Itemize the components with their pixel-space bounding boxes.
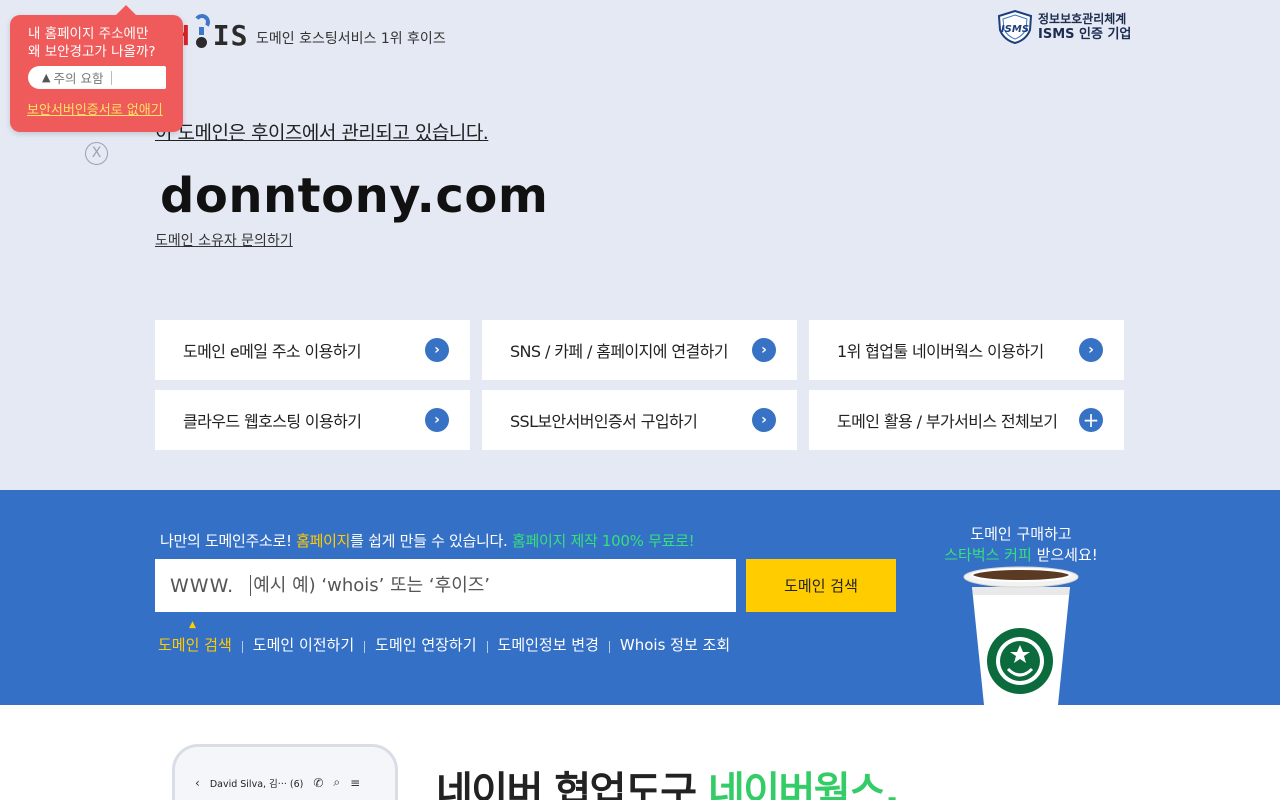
domain-notice: 이 도메인은 후이즈에서 관리되고 있습니다. bbox=[155, 122, 489, 144]
isms-line-2: ISMS 인증 기업 bbox=[1038, 27, 1132, 42]
service-card-label: 클라우드 웹호스팅 이용하기 bbox=[183, 412, 362, 431]
security-warning-popup: 내 홈페이지 주소에만 왜 보안경고가 나올까? ▲ 주의 요함 보안서버인증서… bbox=[10, 5, 183, 132]
chevron-right-icon: › bbox=[752, 338, 776, 362]
service-card-naverworks[interactable]: 1위 협업툴 네이버웍스 이용하기 › bbox=[809, 320, 1124, 380]
phone-mockup: ‹ David Silva, 김··· (6) ✆ ⌕ ≡ bbox=[172, 744, 398, 800]
service-card-label: 1위 협업툴 네이버웍스 이용하기 bbox=[837, 342, 1044, 361]
service-card-label: 도메인 e메일 주소 이용하기 bbox=[183, 342, 362, 361]
service-card-sns[interactable]: SNS / 카페 / 홈페이지에 연결하기 › bbox=[482, 320, 797, 380]
service-card-label: 도메인 활용 / 부가서비스 전체보기 bbox=[837, 412, 1058, 431]
service-cards: 도메인 e메일 주소 이용하기 › SNS / 카페 / 홈페이지에 연결하기 … bbox=[155, 320, 1124, 450]
tab-domain-renew[interactable]: 도메인 연장하기 bbox=[375, 634, 476, 655]
tab-whois-lookup[interactable]: Whois 정보 조회 bbox=[620, 634, 730, 655]
coffee-promo[interactable]: 도메인 구매하고 스타벅스 커피 받으세요! bbox=[940, 524, 1102, 566]
phone-icon: ✆ bbox=[313, 775, 324, 790]
domain-search-button[interactable]: 도메인 검색 bbox=[746, 559, 896, 612]
plus-icon: + bbox=[1079, 408, 1103, 432]
chevron-right-icon: › bbox=[425, 408, 449, 432]
warning-triangle-icon: ▲ bbox=[42, 71, 51, 84]
logo-question-mark-icon bbox=[192, 12, 212, 50]
service-card-hosting[interactable]: 클라우드 웹호스팅 이용하기 › bbox=[155, 390, 470, 450]
contact-owner-link[interactable]: 도메인 소유자 문의하기 bbox=[155, 230, 293, 250]
phone-chat-header: ‹ David Silva, 김··· (6) ✆ ⌕ ≡ bbox=[195, 775, 360, 790]
search-tabs: 도메인 검색 도메인 이전하기 도메인 연장하기 도메인정보 변경 Whois … bbox=[158, 620, 730, 655]
domain-search-section: 나만의 도메인주소로! 홈페이지를 쉽게 만들 수 있습니다. 홈페이지 제작 … bbox=[0, 490, 1280, 705]
naverworks-banner[interactable]: ‹ David Silva, 김··· (6) ✆ ⌕ ≡ 네이버 협업도구 네… bbox=[0, 705, 1280, 800]
header: WHIS 도메인 호스팅서비스 1위 후이즈 ISMS 정보보호관리체계 ISM… bbox=[0, 0, 1280, 70]
service-card-label: SNS / 카페 / 홈페이지에 연결하기 bbox=[510, 342, 728, 361]
isms-badge-label: ISMS bbox=[1001, 24, 1029, 35]
service-card-all[interactable]: 도메인 활용 / 부가서비스 전체보기 + bbox=[809, 390, 1124, 450]
domain-name: donntony.com bbox=[160, 168, 549, 224]
banner-headline: 네이버 협업도구 네이버웍스, bbox=[436, 769, 900, 800]
www-prefix: WWW. bbox=[170, 574, 235, 597]
search-icon: ⌕ bbox=[333, 775, 341, 789]
isms-line-1: 정보보호관리체계 bbox=[1038, 12, 1127, 26]
caution-label: 주의 요함 bbox=[53, 71, 104, 86]
remove-warning-link[interactable]: 보안서버인증서로 없애기 bbox=[27, 99, 169, 118]
chat-contact-name: David Silva, 김··· (6) bbox=[209, 778, 304, 790]
warning-question: 내 홈페이지 주소에만 왜 보안경고가 나올까? bbox=[28, 26, 156, 60]
tab-domain-search[interactable]: 도메인 검색 bbox=[158, 620, 232, 655]
service-card-ssl[interactable]: SSL보안서버인증서 구입하기 › bbox=[482, 390, 797, 450]
chevron-left-icon: ‹ bbox=[195, 775, 200, 790]
chevron-right-icon: › bbox=[1079, 338, 1103, 362]
domain-search-input[interactable] bbox=[250, 575, 711, 596]
isms-shield-icon: ISMS bbox=[997, 10, 1033, 44]
coffee-cup-icon bbox=[963, 566, 1079, 705]
logo-tagline: 도메인 호스팅서비스 1위 후이즈 bbox=[256, 31, 446, 47]
service-card-label: SSL보안서버인증서 구입하기 bbox=[510, 412, 698, 431]
isms-certification: ISMS 정보보호관리체계 ISMS 인증 기업 bbox=[996, 10, 1131, 44]
tab-domain-info-change[interactable]: 도메인정보 변경 bbox=[498, 634, 599, 655]
service-card-email[interactable]: 도메인 e메일 주소 이용하기 › bbox=[155, 320, 470, 380]
search-box: WWW. bbox=[155, 559, 736, 612]
chevron-right-icon: › bbox=[752, 408, 776, 432]
close-popup-button[interactable]: X bbox=[85, 142, 108, 165]
tab-domain-transfer[interactable]: 도메인 이전하기 bbox=[253, 634, 354, 655]
caution-address-bar: ▲ 주의 요함 bbox=[28, 66, 166, 89]
search-promo-text: 나만의 도메인주소로! 홈페이지를 쉽게 만들 수 있습니다. 홈페이지 제작 … bbox=[160, 532, 695, 550]
menu-icon: ≡ bbox=[350, 775, 361, 790]
chevron-right-icon: › bbox=[425, 338, 449, 362]
